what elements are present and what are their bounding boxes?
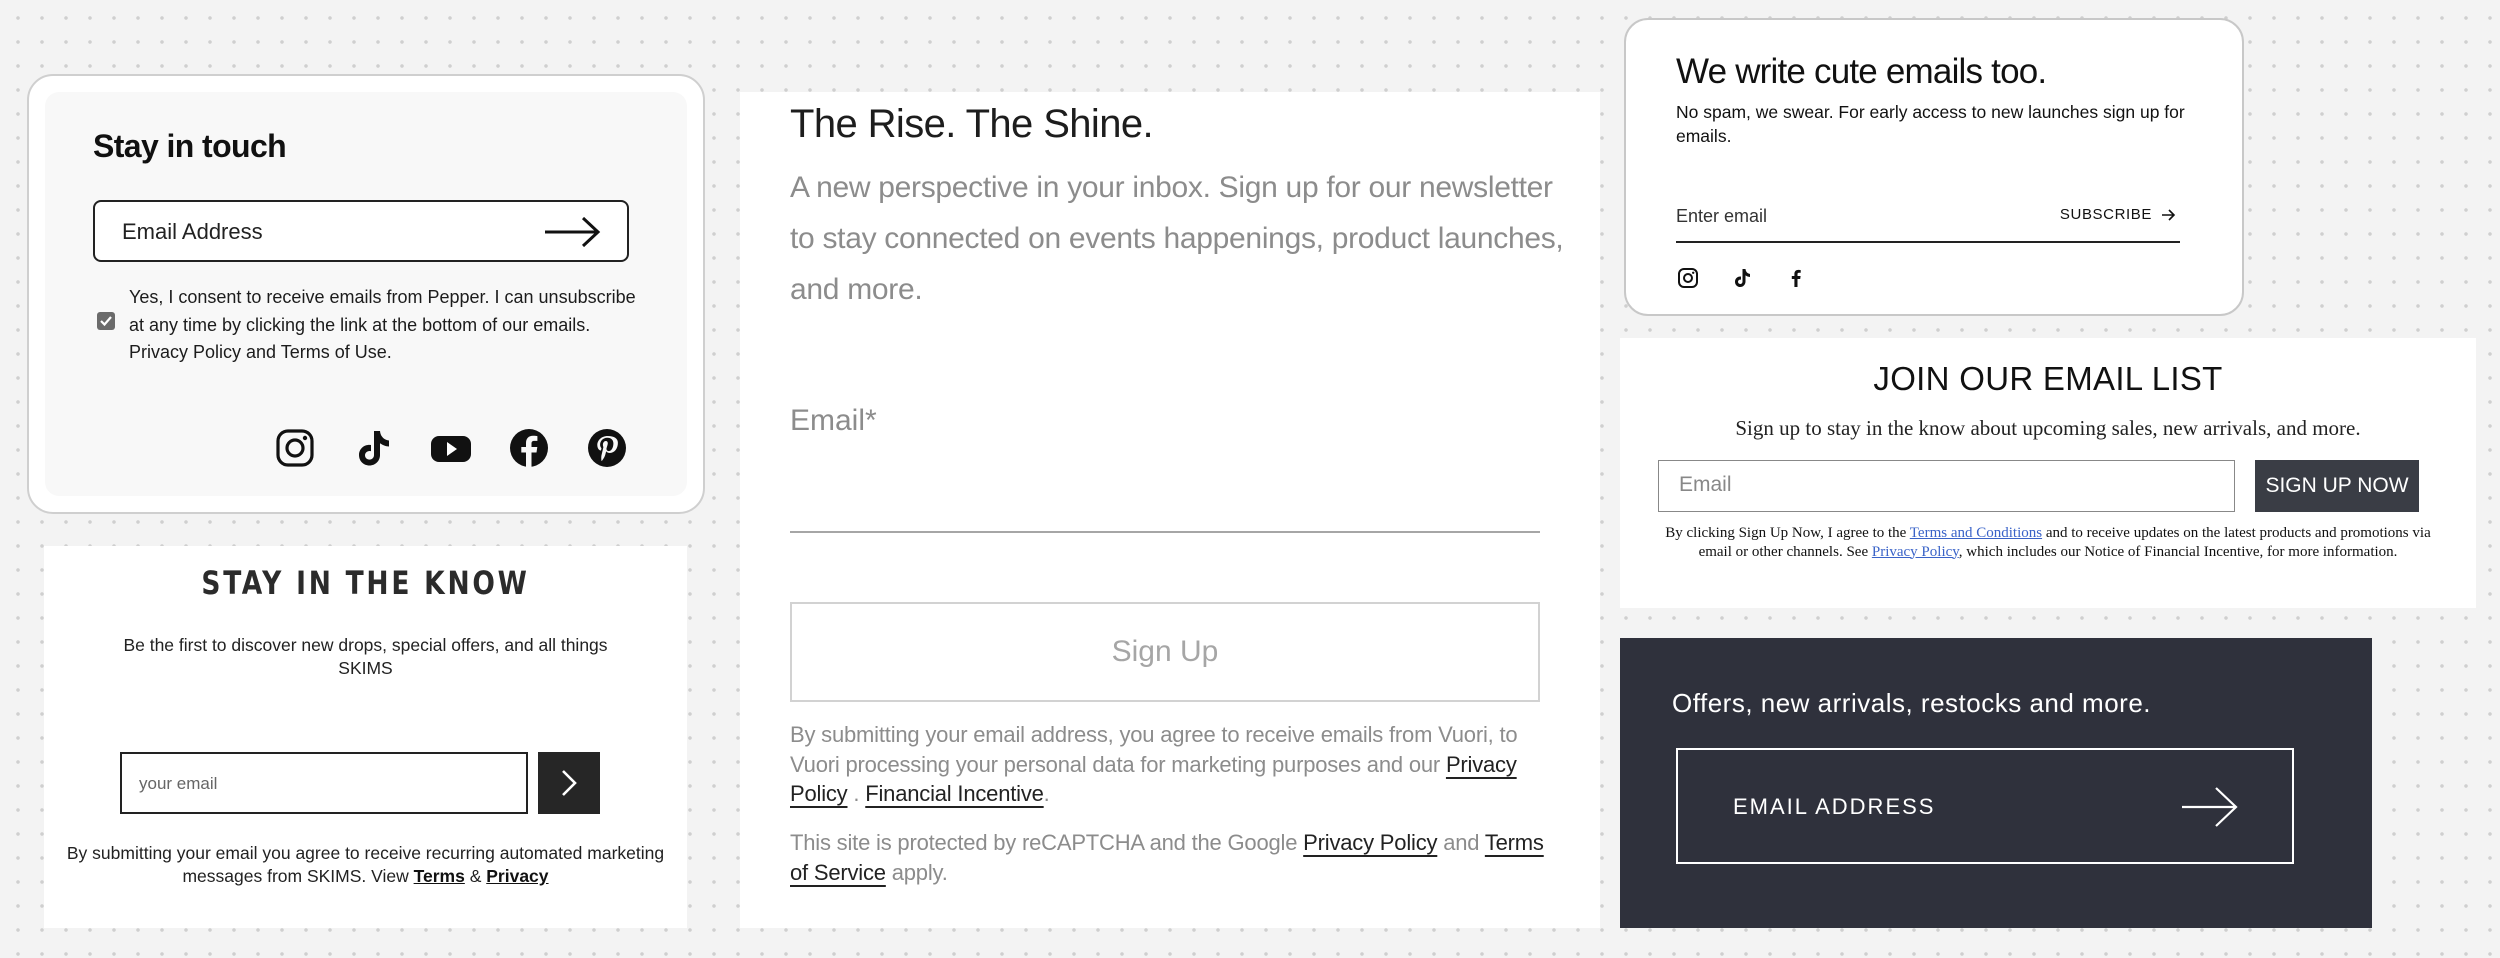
- arrow-right-icon[interactable]: [545, 217, 601, 247]
- skims-legal: By submitting your email you agree to re…: [64, 842, 667, 888]
- pepper-email-placeholder: Email Address: [122, 219, 263, 244]
- tiktok-icon[interactable]: [1730, 266, 1754, 290]
- vuori-signup-button[interactable]: Sign Up: [790, 602, 1540, 702]
- arrow-right-icon: [2162, 208, 2176, 221]
- join-email-input[interactable]: Email: [1658, 460, 2235, 512]
- cute-subscribe-button[interactable]: SUBSCRIBE: [2060, 206, 2176, 223]
- vuori-recaptcha-text: This site is protected by reCAPTCHA and …: [790, 830, 1304, 855]
- pepper-signup-card: Stay in touch Email Address Yes, I conse…: [27, 74, 705, 514]
- subscribe-label: SUBSCRIBE: [2059, 206, 2152, 223]
- vuori-legal-consent: By submitting your email address, you ag…: [790, 720, 1550, 809]
- facebook-icon[interactable]: [509, 428, 549, 468]
- skims-email-input[interactable]: your email: [120, 752, 528, 814]
- skims-privacy-link[interactable]: Privacy: [486, 866, 548, 886]
- pepper-social-links: [275, 428, 627, 468]
- pinterest-icon[interactable]: [587, 428, 627, 468]
- join-email-list-card: JOIN OUR EMAIL LIST Sign up to stay in t…: [1620, 338, 2476, 608]
- instagram-icon[interactable]: [1676, 266, 1700, 290]
- cute-email-underline: [1676, 241, 2180, 243]
- pepper-card-inner: Stay in touch Email Address Yes, I conse…: [45, 92, 687, 496]
- pepper-title: Stay in touch: [93, 128, 287, 164]
- vuori-recaptcha-and: and: [1437, 830, 1485, 855]
- pepper-email-input[interactable]: Email Address: [93, 200, 629, 262]
- sign-up-now-button[interactable]: SIGN UP NOW: [2255, 460, 2419, 512]
- offers-email-placeholder: EMAIL ADDRESS: [1733, 794, 1936, 819]
- join-privacy-link[interactable]: Privacy Policy: [1872, 544, 1959, 560]
- vuori-recaptcha-end: apply.: [885, 859, 948, 885]
- tiktok-icon[interactable]: [353, 428, 393, 468]
- skims-description: Be the first to discover new drops, spec…: [123, 635, 608, 678]
- skims-title: STAY IN THE KNOW: [201, 564, 530, 602]
- vuori-title: The Rise. The Shine.: [790, 102, 1154, 146]
- consent-checkbox[interactable]: [97, 312, 115, 330]
- cute-social-links: [1676, 266, 1808, 290]
- vuori-legal-text: By submitting your email address, you ag…: [790, 722, 1518, 777]
- instagram-icon[interactable]: [275, 428, 315, 468]
- join-legal-text: By clicking Sign Up Now, I agree to the: [1665, 525, 1910, 541]
- offers-signup-card: Offers, new arrivals, restocks and more.…: [1620, 638, 2372, 928]
- join-title: JOIN OUR EMAIL LIST: [1873, 360, 2223, 397]
- cute-email-input[interactable]: Enter email: [1676, 196, 2056, 240]
- vuori-legal-recaptcha: This site is protected by reCAPTCHA and …: [790, 828, 1550, 887]
- cute-emails-card: We write cute emails too. No spam, we sw…: [1624, 18, 2244, 316]
- consent-text: Yes, I consent to receive emails from Pe…: [129, 287, 636, 362]
- join-description: Sign up to stay in the know about upcomi…: [1735, 416, 2361, 440]
- facebook-icon[interactable]: [1784, 266, 1808, 290]
- skims-legal-text: By submitting your email you agree to re…: [66, 843, 665, 886]
- skims-submit-button[interactable]: [538, 752, 600, 814]
- join-legal: By clicking Sign Up Now, I agree to the …: [1658, 524, 2438, 561]
- skims-terms-link[interactable]: Terms: [414, 866, 465, 886]
- join-email-placeholder: Email: [1679, 473, 1732, 496]
- offers-title: Offers, new arrivals, restocks and more.: [1672, 688, 2152, 718]
- join-legal-end: , which includes our Notice of Financial…: [1958, 543, 2398, 560]
- vuori-email-underline: [790, 531, 1540, 533]
- arrow-right-icon[interactable]: [2182, 786, 2238, 828]
- terms-and-conditions-link[interactable]: Terms and Conditions: [1910, 525, 2042, 541]
- vuori-subtitle: A new perspective in your inbox. Sign up…: [790, 171, 1564, 306]
- skims-signup-card: STAY IN THE KNOW Be the first to discove…: [44, 546, 687, 928]
- vuori-email-label: Email*: [790, 404, 877, 437]
- cute-title: We write cute emails too.: [1676, 52, 2047, 91]
- vuori-signup-card: The Rise. The Shine. A new perspective i…: [740, 92, 1600, 928]
- vuori-financial-incentive-link[interactable]: Financial Incentive: [865, 781, 1044, 806]
- offers-email-input[interactable]: EMAIL ADDRESS: [1676, 748, 2294, 864]
- vuori-legal-sep: .: [847, 781, 866, 806]
- chevron-right-icon: [562, 770, 577, 796]
- vuori-legal-period: .: [1043, 781, 1050, 806]
- youtube-icon[interactable]: [431, 428, 471, 468]
- cute-description: No spam, we swear. For early access to n…: [1676, 102, 2185, 146]
- google-privacy-link[interactable]: Privacy Policy: [1303, 830, 1437, 855]
- skims-email-placeholder: your email: [139, 774, 218, 793]
- skims-legal-amp: &: [464, 866, 487, 886]
- cute-email-placeholder: Enter email: [1676, 206, 1768, 226]
- vuori-email-input[interactable]: [790, 452, 1540, 530]
